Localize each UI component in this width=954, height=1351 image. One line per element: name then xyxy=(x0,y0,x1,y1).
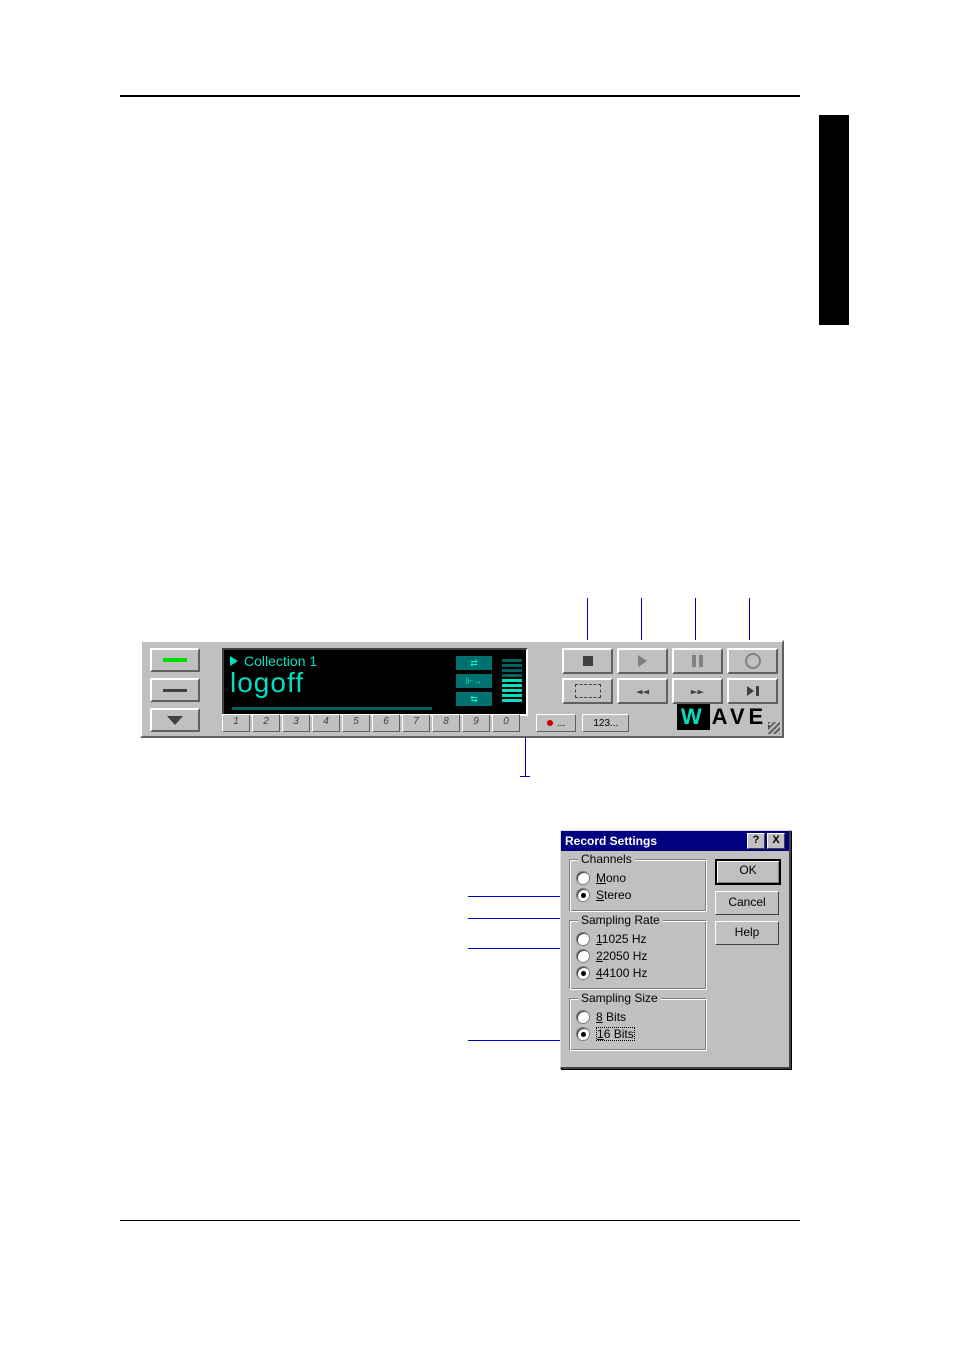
radio-checked-icon xyxy=(576,888,590,902)
help-button[interactable]: Help xyxy=(715,921,779,945)
mono-radio[interactable]: Mono xyxy=(576,871,700,885)
preset-3[interactable]: 3 xyxy=(282,714,310,732)
preset-6[interactable]: 6 xyxy=(372,714,400,732)
stop-button[interactable] xyxy=(562,648,613,674)
resize-grip-icon[interactable] xyxy=(768,722,780,734)
callout-line xyxy=(468,948,568,949)
preset-8[interactable]: 8 xyxy=(432,714,460,732)
logo-w: W xyxy=(677,704,710,730)
dialog-buttons: OK Cancel Help xyxy=(715,859,781,1059)
record-ellipsis: ... xyxy=(557,718,565,729)
radio-icon xyxy=(576,932,590,946)
transport-controls: ◄◄ ►► xyxy=(562,648,778,708)
sampling-size-group: Sampling Size 8 Bits 16 Bits xyxy=(569,998,707,1051)
titlebar-help-button[interactable]: ? xyxy=(747,833,765,849)
callout-line xyxy=(525,736,526,776)
rewind-button[interactable]: ◄◄ xyxy=(617,678,668,704)
dialog-title: Record Settings xyxy=(565,834,745,848)
progress-bar xyxy=(232,707,432,710)
rate-22050-radio[interactable]: 22050 Hz xyxy=(576,949,700,963)
callout-line xyxy=(468,1040,568,1041)
minimize-button[interactable] xyxy=(150,678,200,702)
vu-meter xyxy=(502,654,522,702)
rate-44100-radio[interactable]: 44100 Hz xyxy=(576,966,700,980)
player-left-buttons xyxy=(150,648,200,738)
player-display: Collection 1 logoff ⇄ ⊩→ ⇆ xyxy=(222,648,528,716)
top-rule xyxy=(120,95,800,97)
radio-checked-icon xyxy=(576,1027,590,1041)
size-legend: Sampling Size xyxy=(578,991,661,1005)
mono-label: Mono xyxy=(596,871,626,885)
dialog-body: Channels Mono Stereo Sampling Rate xyxy=(561,851,789,1067)
preset-5[interactable]: 5 xyxy=(342,714,370,732)
record-settings-dialog: Record Settings ? X Channels Mono Stereo xyxy=(560,830,791,1069)
bottom-rule xyxy=(120,1220,800,1221)
titlebar-close-button[interactable]: X xyxy=(767,833,785,849)
preset-9[interactable]: 9 xyxy=(462,714,490,732)
size-8-label: 8 Bits xyxy=(596,1010,626,1024)
logo-rest: AVE xyxy=(712,704,768,730)
expand-button[interactable] xyxy=(150,708,200,732)
preset-0[interactable]: 0 xyxy=(492,714,520,732)
preset-7[interactable]: 7 xyxy=(402,714,430,732)
radio-icon xyxy=(576,871,590,885)
selection-button[interactable] xyxy=(562,678,613,704)
counter-label: 123... xyxy=(593,718,618,729)
extra-buttons-row: ... 123... xyxy=(536,714,629,732)
radio-icon xyxy=(576,949,590,963)
channels-group: Channels Mono Stereo xyxy=(569,859,707,912)
power-button[interactable] xyxy=(150,648,200,672)
rate-22050-label: 22050 Hz xyxy=(596,949,647,963)
preset-1[interactable]: 1 xyxy=(222,714,250,732)
wave-player-panel: Collection 1 logoff ⇄ ⊩→ ⇆ 1 2 3 4 5 6 7… xyxy=(140,640,784,738)
stereo-label: Stereo xyxy=(596,888,631,902)
size-16-label: 16 Bits xyxy=(596,1027,635,1041)
play-button[interactable] xyxy=(617,648,668,674)
preset-number-row: 1 2 3 4 5 6 7 8 9 0 xyxy=(222,714,520,732)
dialog-titlebar[interactable]: Record Settings ? X xyxy=(561,831,789,851)
chapter-tab xyxy=(819,115,849,325)
callout-line xyxy=(520,776,530,777)
ok-button[interactable]: OK xyxy=(715,859,781,885)
forward-button[interactable]: ►► xyxy=(672,678,723,704)
radio-checked-icon xyxy=(576,966,590,980)
skip-end-button[interactable] xyxy=(727,678,778,704)
mode-button-3[interactable]: ⇆ xyxy=(456,692,492,706)
record-button[interactable] xyxy=(727,648,778,674)
stereo-radio[interactable]: Stereo xyxy=(576,888,700,902)
counter-button[interactable]: 123... xyxy=(582,714,629,732)
size-16-radio[interactable]: 16 Bits xyxy=(576,1027,700,1041)
sampling-rate-group: Sampling Rate 11025 Hz 22050 Hz 44100 Hz xyxy=(569,920,707,990)
rate-11025-radio[interactable]: 11025 Hz xyxy=(576,932,700,946)
cancel-button[interactable]: Cancel xyxy=(715,891,779,915)
record-dot-icon xyxy=(547,720,553,726)
pause-button[interactable] xyxy=(672,648,723,674)
channels-legend: Channels xyxy=(578,852,635,866)
play-indicator-icon xyxy=(230,656,238,666)
rate-legend: Sampling Rate xyxy=(578,913,663,927)
mode-button-2[interactable]: ⊩→ xyxy=(456,674,492,688)
size-8-radio[interactable]: 8 Bits xyxy=(576,1010,700,1024)
mode-button-1[interactable]: ⇄ xyxy=(456,656,492,670)
rate-44100-label: 44100 Hz xyxy=(596,966,647,980)
radio-icon xyxy=(576,1010,590,1024)
wave-logo: W AVE . xyxy=(677,704,774,730)
rate-11025-label: 11025 Hz xyxy=(596,932,647,946)
record-settings-button[interactable]: ... xyxy=(536,714,576,732)
preset-4[interactable]: 4 xyxy=(312,714,340,732)
preset-2[interactable]: 2 xyxy=(252,714,280,732)
